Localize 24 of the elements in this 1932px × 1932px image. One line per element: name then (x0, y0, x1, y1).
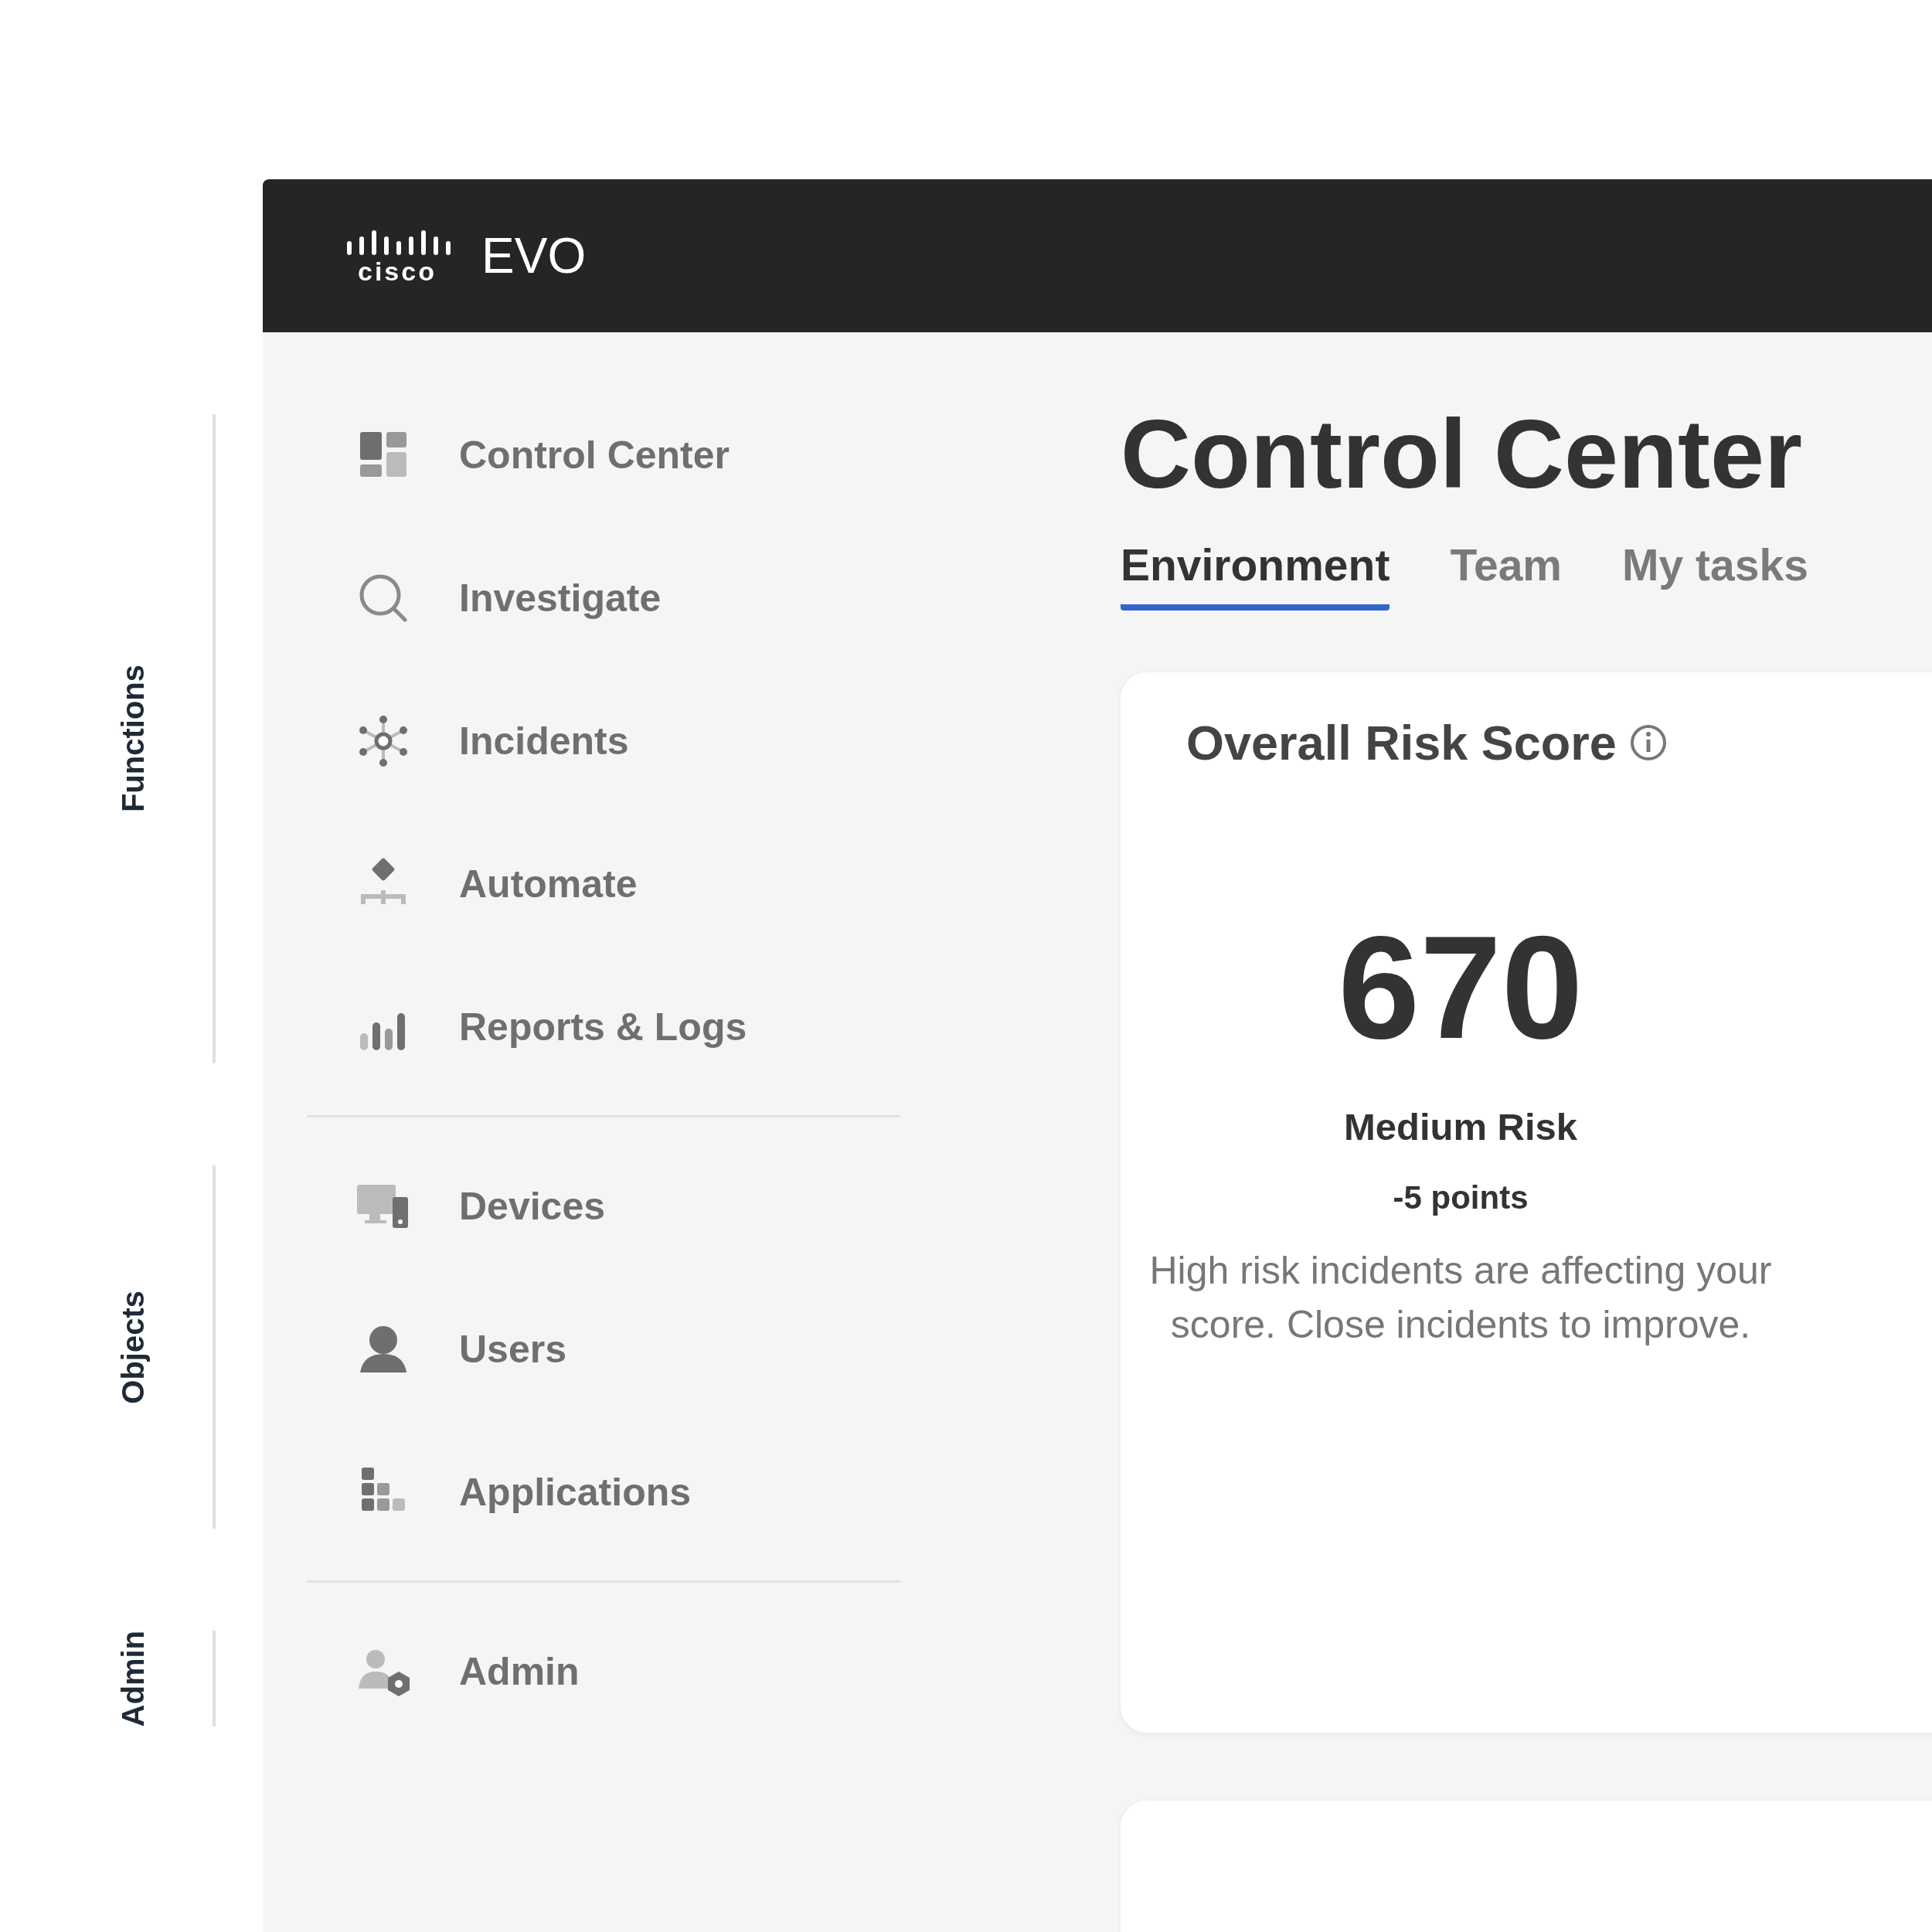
nav-item[interactable]: Control Center (459, 432, 730, 478)
tab[interactable]: Environment (1121, 532, 1390, 611)
info-icon[interactable] (1628, 723, 1668, 762)
risk-level: Medium Risk (1343, 1105, 1578, 1148)
risk-description: High risk incidents are affecting your score. Close incidents to improve. (1148, 1248, 1773, 1348)
logo-text: cisco (358, 258, 437, 284)
tab[interactable]: My tasks (1622, 532, 1808, 611)
nav-item[interactable]: Applications (459, 1469, 692, 1515)
product-name: EVO (481, 231, 587, 281)
group-label: Functions (116, 665, 151, 813)
nav-item[interactable]: Users (459, 1326, 566, 1372)
risk-score: 670 (1338, 913, 1583, 1060)
page-title: Control Center (1121, 400, 1803, 509)
group-label: Objects (116, 1290, 151, 1404)
nav-item[interactable]: Automate (459, 861, 638, 906)
nav-item[interactable]: Incidents (459, 718, 629, 764)
card-title: Overall Risk Score (1186, 715, 1617, 770)
tab[interactable]: Team (1450, 532, 1563, 611)
score-change: -5 points (1393, 1179, 1529, 1216)
nav-item[interactable]: Investigate (459, 575, 662, 621)
group-label: Admin (116, 1631, 151, 1727)
nav-item[interactable]: Devices (459, 1183, 606, 1229)
nav-item[interactable]: Admin (459, 1648, 580, 1694)
nav-item[interactable]: Reports & Logs (459, 1004, 747, 1049)
